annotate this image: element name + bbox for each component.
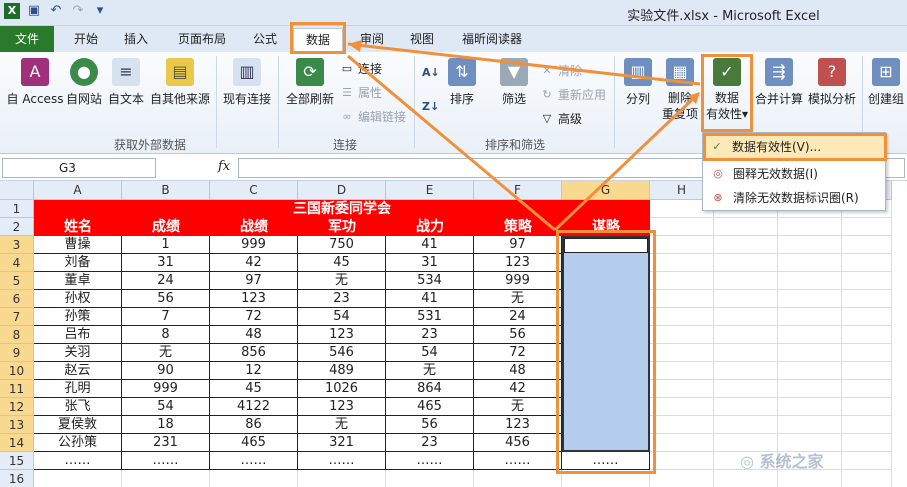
arrowhead-data-tab <box>348 40 362 52</box>
arrow-data-tab <box>347 42 701 86</box>
arrow-selection <box>347 54 556 232</box>
arrow-dv <box>553 94 698 232</box>
tutorial-arrows <box>347 40 701 232</box>
watermark-logo: ◎ 系统之家 <box>740 452 824 471</box>
